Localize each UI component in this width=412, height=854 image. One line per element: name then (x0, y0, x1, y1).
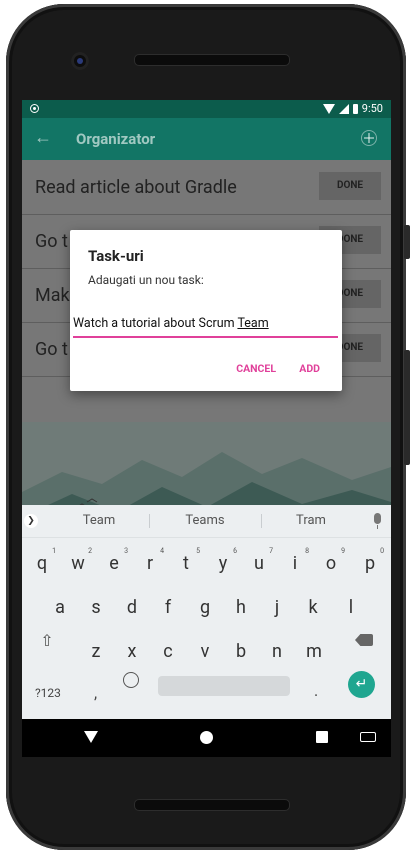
notification-icon (30, 104, 39, 113)
suggestion-item[interactable]: Team (44, 513, 154, 528)
front-camera (71, 52, 89, 70)
microphone-icon[interactable] (374, 513, 381, 529)
task-input[interactable]: Watch a tutorial about Scrum Team (73, 316, 338, 338)
key[interactable]: j (259, 597, 295, 618)
add-task-dialog: Task-uri Adaugati un nou task: Watch a t… (70, 230, 342, 391)
wifi-icon (322, 103, 335, 114)
keyboard-switch-icon[interactable] (360, 732, 376, 742)
soft-keyboard: ❯ Team Teams Tram q1 w2 e3 r4 t5 y6 u7 i… (22, 505, 391, 719)
key[interactable]: i8 (277, 547, 313, 574)
suggestion-item[interactable]: Tram (256, 513, 366, 528)
key[interactable]: t5 (168, 547, 204, 574)
signal-icon (338, 103, 349, 114)
nav-back-icon[interactable] (84, 731, 98, 743)
nav-home-icon[interactable] (200, 731, 213, 744)
task-text: Go t (35, 231, 68, 252)
suggestion-strip: ❯ Team Teams Tram (22, 505, 391, 538)
key[interactable]: l (333, 597, 369, 618)
key[interactable]: f (150, 597, 186, 618)
add-circle-icon[interactable] (361, 130, 377, 146)
dialog-title: Task-uri (88, 247, 144, 265)
backspace-key-icon[interactable] (355, 634, 373, 646)
volume-button[interactable] (404, 225, 410, 259)
key[interactable]: h (223, 597, 259, 618)
space-key[interactable] (158, 676, 290, 696)
key[interactable]: y6 (205, 547, 241, 574)
key[interactable]: d (114, 597, 150, 618)
battery-icon (352, 103, 358, 114)
bottom-speaker (134, 799, 290, 811)
key[interactable]: e3 (96, 547, 132, 574)
key[interactable]: v (187, 641, 223, 662)
key[interactable]: o9 (313, 547, 349, 574)
cancel-button[interactable]: CANCEL (236, 362, 276, 375)
top-speaker (134, 54, 290, 66)
screen: 9:50 ← Organizator Read article about Gr… (22, 100, 391, 719)
key[interactable]: q1 (24, 547, 60, 574)
add-button[interactable]: ADD (299, 362, 320, 375)
key[interactable]: p0 (352, 547, 388, 574)
status-time: 9:50 (361, 102, 383, 115)
app-title: Organizator (76, 130, 156, 148)
suggestion-item[interactable]: Teams (150, 513, 260, 528)
symbols-key[interactable]: ?123 (35, 686, 61, 700)
task-input-text: Watch a tutorial about Scrum (73, 316, 238, 331)
key[interactable]: s (78, 597, 114, 618)
dialog-message: Adaugati un nou task: (88, 273, 204, 287)
key[interactable]: a (42, 597, 78, 618)
emoji-key-icon[interactable] (123, 672, 139, 688)
navigation-bar (22, 719, 391, 757)
key[interactable]: w2 (60, 547, 96, 574)
task-text: Mak (35, 285, 70, 306)
list-item: Read article about Gradle DONE (22, 160, 391, 215)
key[interactable]: u7 (241, 547, 277, 574)
done-button[interactable]: DONE (319, 172, 381, 200)
expand-suggestions-icon[interactable]: ❯ (24, 514, 38, 528)
nav-recents-icon[interactable] (316, 731, 328, 743)
status-bar: 9:50 (22, 100, 391, 118)
status-icons: 9:50 (322, 102, 383, 115)
key[interactable]: x (114, 641, 150, 662)
key[interactable]: m (296, 641, 332, 662)
key[interactable]: c (150, 641, 186, 662)
composing-word: Team (237, 316, 269, 331)
back-arrow-icon[interactable]: ← (34, 127, 52, 148)
task-text: Read article about Gradle (35, 177, 237, 198)
task-text: Go t (35, 339, 68, 360)
key[interactable]: g (187, 597, 223, 618)
power-button[interactable] (404, 350, 410, 465)
key[interactable]: b (223, 641, 259, 662)
comma-key[interactable]: , (94, 683, 97, 702)
key[interactable]: n (259, 641, 295, 662)
key[interactable]: z (78, 641, 114, 662)
key[interactable]: k (295, 597, 331, 618)
app-bar: ← Organizator (22, 118, 391, 160)
key[interactable]: r4 (132, 547, 168, 574)
shift-key-icon[interactable]: ⇧ (38, 631, 56, 650)
period-key[interactable]: . (314, 681, 318, 700)
enter-key-icon[interactable]: ↵ (348, 671, 375, 698)
